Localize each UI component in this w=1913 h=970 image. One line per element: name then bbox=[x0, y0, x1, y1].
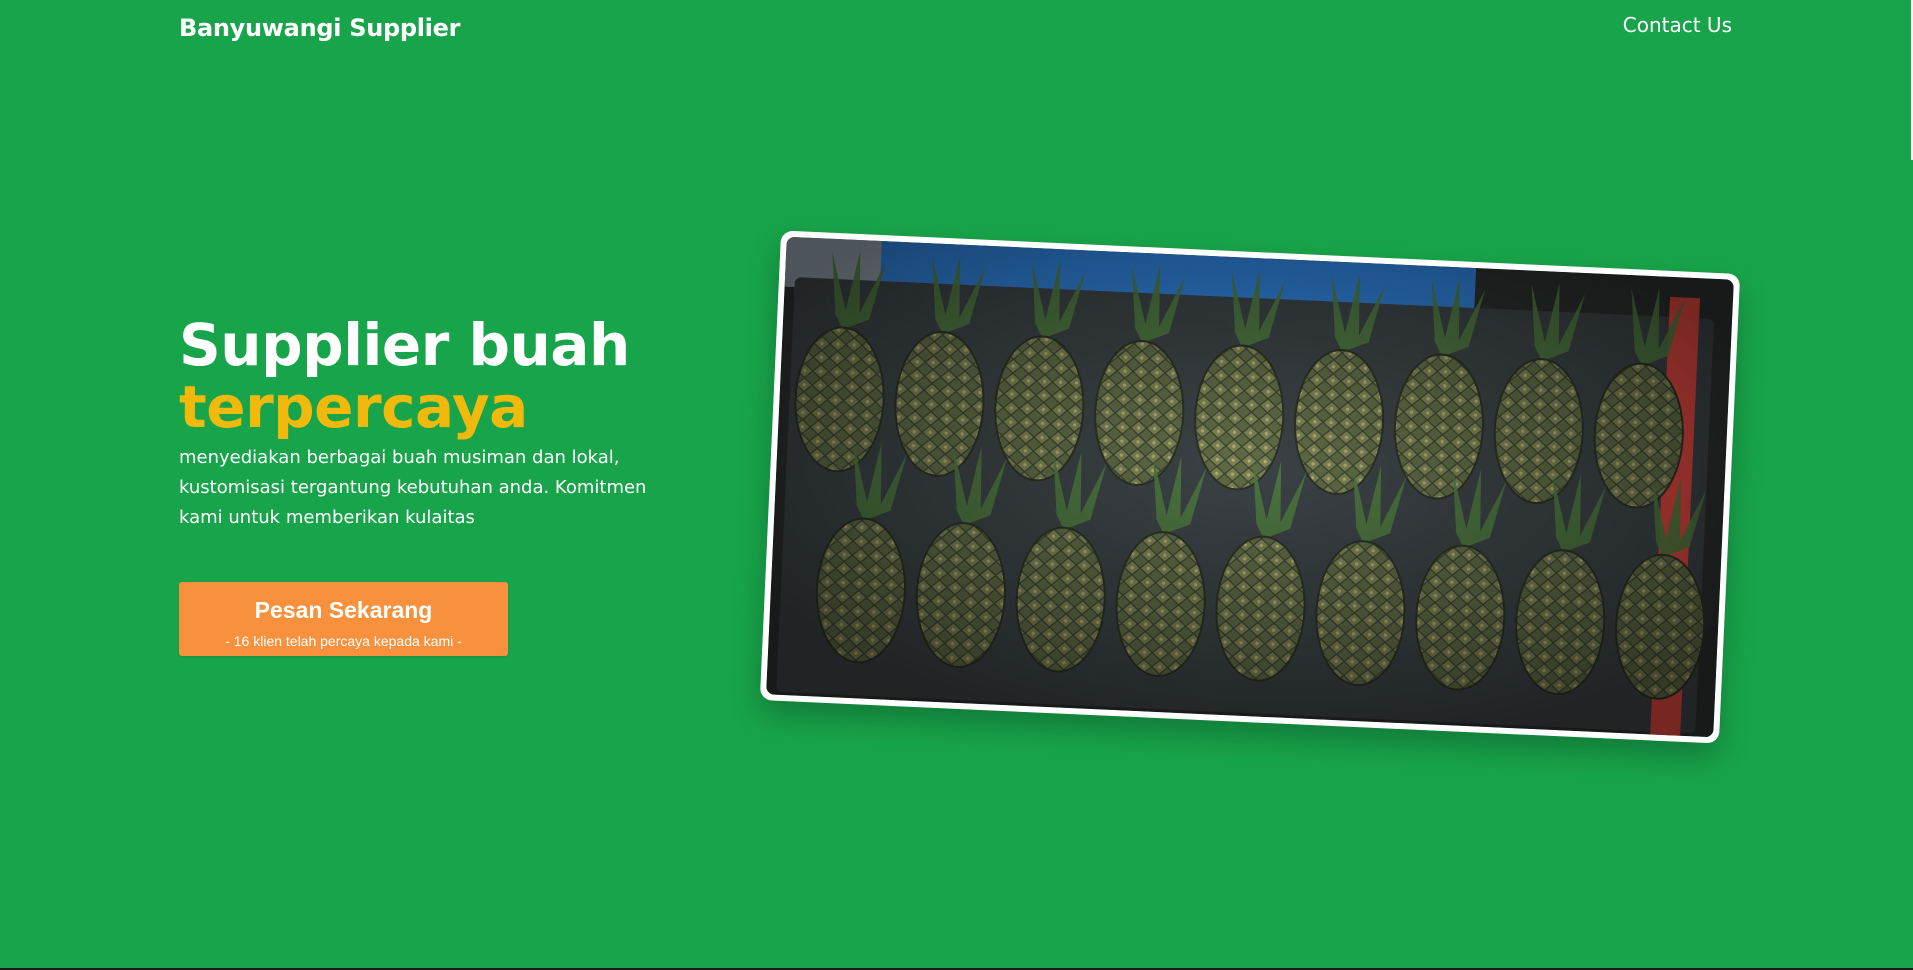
brand-logo-text[interactable]: Banyuwangi Supplier bbox=[179, 14, 460, 42]
hero-title-accent: terpercaya bbox=[179, 373, 528, 441]
pineapples-image bbox=[766, 236, 1734, 738]
order-now-label: Pesan Sekarang bbox=[254, 597, 433, 623]
hero-description: menyediakan berbagai buah musiman dan lo… bbox=[179, 447, 647, 528]
pineapples-photo bbox=[766, 236, 1734, 738]
page: Banyuwangi Supplier Contact Us Supplier … bbox=[0, 0, 1913, 968]
hero-title-line1: Supplier buah bbox=[179, 311, 630, 379]
nav-contact-us-link[interactable]: Contact Us bbox=[1623, 13, 1732, 37]
order-now-button[interactable]: Pesan Sekarang - 16 klien telah percaya … bbox=[179, 582, 508, 656]
hero-title: Supplier buah terpercaya bbox=[179, 314, 630, 438]
hero-image-frame bbox=[759, 230, 1741, 744]
clients-trust-subtext: - 16 klien telah percaya kepada kami - bbox=[225, 633, 462, 649]
